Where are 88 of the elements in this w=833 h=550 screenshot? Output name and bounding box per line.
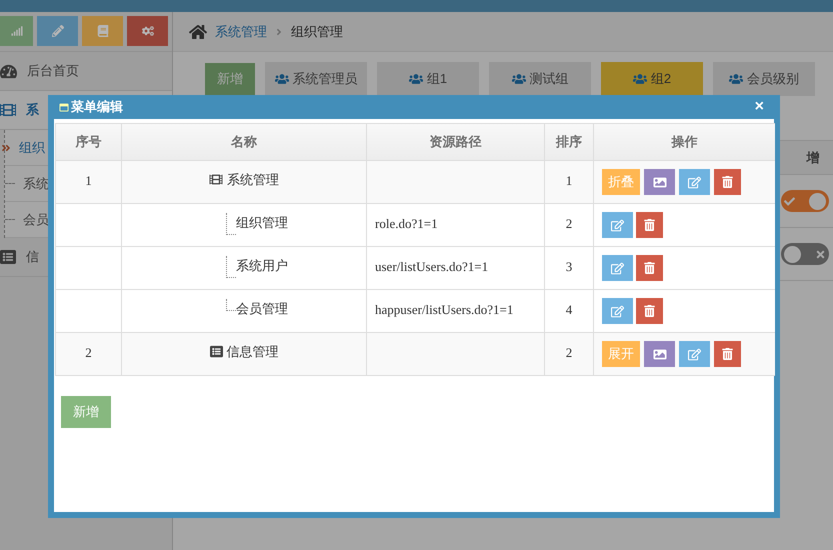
pencil-icon <box>52 25 64 37</box>
edit-icon <box>688 348 701 360</box>
dialog-title: 菜单编辑 <box>71 98 123 116</box>
table-cell: user/listUsers.do?1=1 <box>375 259 488 274</box>
table-cell: role.do?1=1 <box>375 216 438 231</box>
x-icon <box>815 248 826 260</box>
edit-button[interactable] <box>679 169 710 195</box>
table-cell-text: 信息管理 <box>226 343 278 361</box>
toggle-switch[interactable] <box>781 243 829 265</box>
book-icon <box>96 25 108 37</box>
trash-icon <box>722 348 733 360</box>
tree-line <box>226 299 236 311</box>
list-icon <box>210 345 222 358</box>
edit-button[interactable] <box>602 212 633 238</box>
breadcrumb-link[interactable]: 系统管理 <box>215 22 267 42</box>
column-header: 资源路径 <box>430 133 482 152</box>
toggle-switch[interactable] <box>781 190 829 212</box>
tree-line <box>226 213 236 235</box>
double-chevron-icon <box>1 142 11 152</box>
table-cell-text: 3 <box>566 258 572 276</box>
table-cell: happuser/listUsers.do?1=1 <box>375 302 514 317</box>
group-tab[interactable]: 测试组 <box>489 62 591 96</box>
list-icon <box>0 249 16 265</box>
close-button[interactable]: × <box>754 99 764 115</box>
edit-icon <box>611 304 624 318</box>
shortcut-button[interactable] <box>37 16 78 46</box>
image-icon <box>652 348 666 360</box>
gears-icon <box>142 25 154 37</box>
column-header: 序号 <box>76 133 102 152</box>
users-icon <box>729 72 743 84</box>
column-header: 排序 <box>556 133 582 152</box>
delete-button[interactable] <box>636 212 663 238</box>
chevron-icon <box>275 26 283 36</box>
breadcrumb-current: 组织管理 <box>291 22 343 41</box>
delete-button[interactable] <box>714 169 741 195</box>
table-cell-text: 组织管理 <box>236 214 288 232</box>
trash-icon <box>644 305 655 317</box>
edit-icon <box>611 262 624 274</box>
edit-button[interactable] <box>602 298 633 324</box>
table-cell-text: 会员管理 <box>236 300 288 318</box>
trash-icon <box>722 176 733 188</box>
table-cell-text: 1 <box>85 172 92 190</box>
column-header: 名称 <box>231 133 257 152</box>
home-icon <box>189 24 207 40</box>
edit-icon <box>611 218 624 232</box>
shortcut-button[interactable] <box>0 16 33 46</box>
group-tab[interactable]: 组2 <box>601 62 703 96</box>
table-cell-text: 2 <box>85 344 92 362</box>
table-cell-text: 系统管理 <box>227 171 279 189</box>
users-icon <box>632 72 647 84</box>
table-cell-text: 系统用户 <box>236 257 288 275</box>
users-icon <box>274 72 288 84</box>
submenu-label: 会员 <box>23 210 49 229</box>
window-icon <box>59 102 69 112</box>
delete-button[interactable] <box>714 341 741 367</box>
film-icon <box>209 173 223 186</box>
delete-button[interactable] <box>636 255 663 281</box>
dashboard-icon <box>0 62 17 80</box>
users-icon <box>512 72 526 84</box>
image-button[interactable] <box>644 169 675 195</box>
tree-line <box>226 256 236 278</box>
group-tab[interactable]: 组1 <box>377 62 479 96</box>
table-cell-text: 1 <box>566 172 572 190</box>
submenu-label: 系统 <box>23 174 49 193</box>
table-cell-text: 2 <box>566 215 572 233</box>
add-button[interactable]: 新增 <box>61 396 111 428</box>
add-button[interactable]: 新增 <box>205 62 255 94</box>
group-tab[interactable]: 系统管理员 <box>265 62 367 96</box>
shortcut-button[interactable] <box>82 16 123 46</box>
column-header: 操作 <box>672 133 698 152</box>
delete-button[interactable] <box>636 298 663 324</box>
submenu-label: 组织 <box>19 138 45 157</box>
table-cell-text: 2 <box>566 344 572 362</box>
edit-icon <box>688 176 701 188</box>
trash-icon <box>644 219 655 231</box>
edit-button[interactable] <box>679 341 710 367</box>
table-cell-text: 4 <box>566 301 572 319</box>
column-header: 增 <box>805 148 820 167</box>
signal-icon <box>10 25 22 37</box>
image-button[interactable] <box>644 341 675 367</box>
film-icon <box>0 102 16 118</box>
group-tab[interactable]: 会员级别 <box>713 62 815 96</box>
shortcut-button[interactable] <box>127 16 168 46</box>
check-icon <box>784 196 795 206</box>
edit-button[interactable] <box>602 255 633 281</box>
trash-icon <box>644 262 655 274</box>
users-icon <box>408 72 423 84</box>
image-icon <box>652 176 666 188</box>
